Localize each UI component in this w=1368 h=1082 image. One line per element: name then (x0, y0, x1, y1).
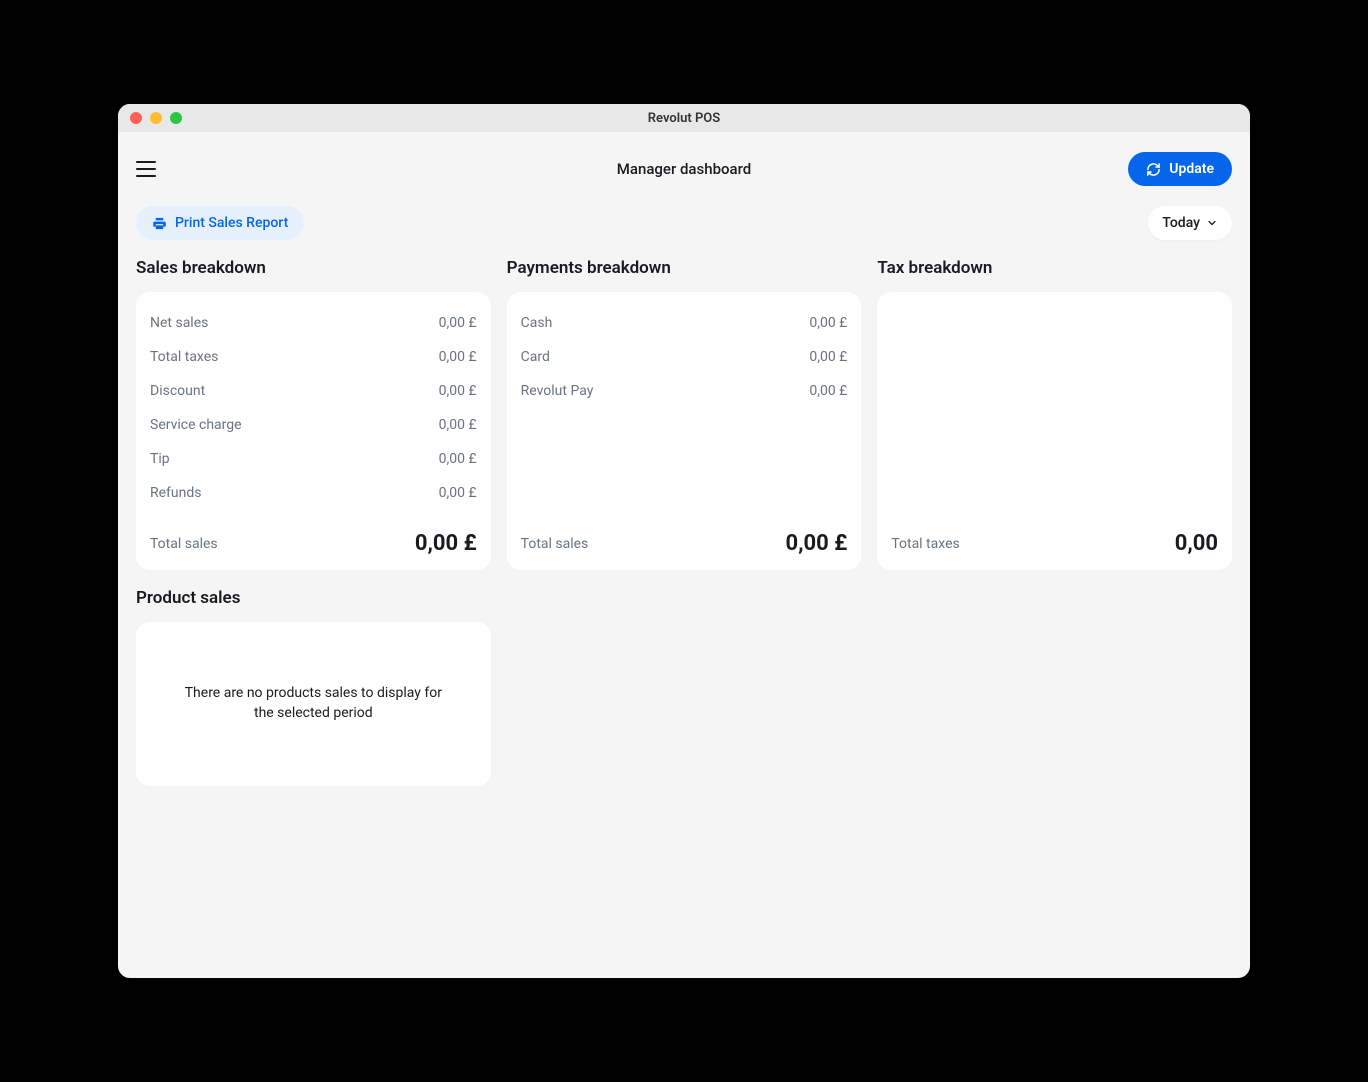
total-value: 0,00 £ (786, 531, 848, 556)
update-button-label: Update (1169, 161, 1214, 177)
date-filter-label: Today (1162, 215, 1200, 231)
print-button-label: Print Sales Report (175, 215, 288, 231)
tax-breakdown-card: Total taxes 0,00 (877, 292, 1232, 570)
row-value: 0,00 £ (439, 383, 477, 399)
total-label: Total sales (150, 536, 218, 552)
page-title: Manager dashboard (617, 160, 751, 178)
row-value: 0,00 £ (439, 451, 477, 467)
window-title: Revolut POS (648, 111, 720, 126)
table-row: Service charge 0,00 £ (150, 408, 477, 442)
sales-breakdown-title: Sales breakdown (136, 258, 491, 278)
row-value: 0,00 £ (439, 417, 477, 433)
tax-breakdown-title: Tax breakdown (877, 258, 1232, 278)
row-label: Total taxes (150, 349, 218, 365)
table-row: Refunds 0,00 £ (150, 476, 477, 510)
table-row: Total taxes 0,00 £ (150, 340, 477, 374)
table-row: Net sales 0,00 £ (150, 306, 477, 340)
close-window-icon[interactable] (130, 112, 142, 124)
row-value: 0,00 £ (439, 349, 477, 365)
total-value: 0,00 (1175, 531, 1218, 556)
row-value: 0,00 £ (809, 383, 847, 399)
app-content: Manager dashboard Update Print Sales Rep… (118, 132, 1250, 978)
table-row: Revolut Pay 0,00 £ (521, 374, 848, 408)
tax-breakdown-section: Tax breakdown Total taxes 0,00 (877, 258, 1232, 570)
row-value: 0,00 £ (439, 315, 477, 331)
chevron-down-icon (1206, 217, 1218, 229)
print-sales-report-button[interactable]: Print Sales Report (136, 206, 304, 240)
maximize-window-icon[interactable] (170, 112, 182, 124)
update-button[interactable]: Update (1128, 152, 1232, 186)
row-label: Service charge (150, 417, 242, 433)
total-row: Total sales 0,00 £ (521, 527, 848, 556)
row-label: Revolut Pay (521, 383, 594, 399)
printer-icon (152, 216, 167, 231)
table-row: Discount 0,00 £ (150, 374, 477, 408)
row-value: 0,00 £ (809, 349, 847, 365)
app-window: Revolut POS Manager dashboard Update (118, 104, 1250, 978)
payments-breakdown-section: Payments breakdown Cash 0,00 £ Card 0,00… (507, 258, 862, 570)
total-row: Total taxes 0,00 (891, 527, 1218, 556)
breakdown-grid: Sales breakdown Net sales 0,00 £ Total t… (118, 258, 1250, 570)
product-sales-section: Product sales There are no products sale… (118, 570, 1250, 804)
menu-icon[interactable] (136, 161, 156, 177)
row-label: Refunds (150, 485, 202, 501)
window-controls (130, 112, 182, 124)
total-value: 0,00 £ (415, 531, 477, 556)
payments-breakdown-title: Payments breakdown (507, 258, 862, 278)
row-label: Discount (150, 383, 205, 399)
table-row: Card 0,00 £ (521, 340, 848, 374)
row-label: Net sales (150, 315, 208, 331)
refresh-icon (1146, 162, 1161, 177)
sales-breakdown-card: Net sales 0,00 £ Total taxes 0,00 £ Disc… (136, 292, 491, 570)
row-label: Tip (150, 451, 170, 467)
empty-state-message: There are no products sales to display f… (173, 684, 453, 723)
table-row: Cash 0,00 £ (521, 306, 848, 340)
table-row: Tip 0,00 £ (150, 442, 477, 476)
titlebar: Revolut POS (118, 104, 1250, 132)
total-row: Total sales 0,00 £ (150, 527, 477, 556)
payments-breakdown-card: Cash 0,00 £ Card 0,00 £ Revolut Pay 0,00… (507, 292, 862, 570)
total-label: Total sales (521, 536, 589, 552)
toolbar: Print Sales Report Today (118, 198, 1250, 258)
date-filter-dropdown[interactable]: Today (1148, 206, 1232, 240)
sales-breakdown-section: Sales breakdown Net sales 0,00 £ Total t… (136, 258, 491, 570)
minimize-window-icon[interactable] (150, 112, 162, 124)
product-sales-empty-card: There are no products sales to display f… (136, 622, 491, 786)
row-value: 0,00 £ (439, 485, 477, 501)
row-label: Card (521, 349, 550, 365)
header: Manager dashboard Update (118, 132, 1250, 198)
product-sales-title: Product sales (136, 588, 1232, 608)
row-value: 0,00 £ (809, 315, 847, 331)
row-label: Cash (521, 315, 553, 331)
total-label: Total taxes (891, 536, 959, 552)
